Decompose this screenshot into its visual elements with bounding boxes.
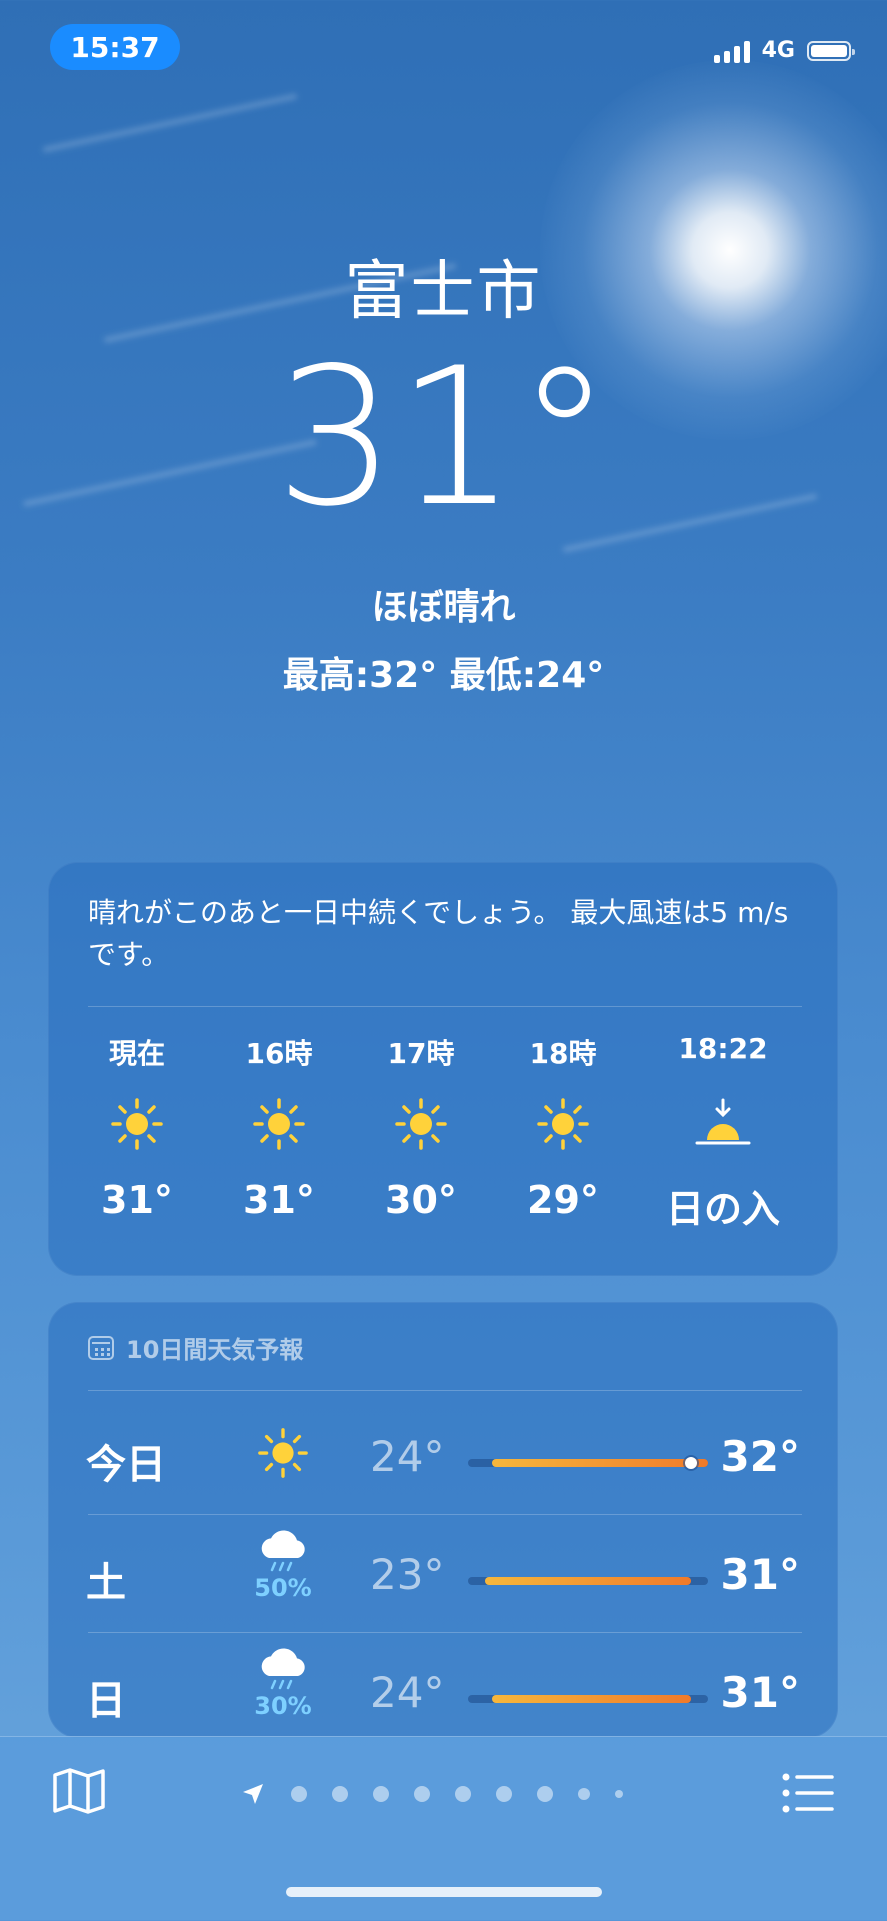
day-high: 32° [720,1432,800,1481]
home-indicator[interactable] [286,1887,602,1897]
cloud-streak [42,93,298,153]
page-dot [496,1786,512,1802]
high-low: 最高:32° 最低:24° [282,655,605,696]
hour-item: 18時 29° [498,1032,628,1222]
battery-icon [807,40,855,61]
page-dot [291,1786,307,1802]
hour-temp: 30° [385,1178,457,1222]
precip-chance: 50% [254,1574,312,1602]
current-temp-marker [685,1457,698,1469]
sun-icon [356,1094,486,1154]
hour-item: 16時 31° [214,1032,344,1222]
page-dot [578,1788,590,1800]
page-dot [414,1786,430,1802]
hour-temp: 31° [101,1178,173,1222]
location-arrow-icon [243,1784,263,1804]
status-time[interactable]: 15:37 [50,24,180,70]
sun-icon [72,1094,202,1154]
network-type: 4G [761,38,795,63]
temp-range-bar [468,1695,708,1703]
sunset-icon [658,1094,788,1154]
sun-icon [214,1094,344,1154]
calendar-icon [88,1335,114,1360]
day-low: 24° [370,1432,445,1481]
current-temperature: 31° [275,327,612,548]
temp-range-bar [468,1457,708,1469]
hour-time: 16時 [245,1037,313,1070]
daily-forecast-card[interactable]: 10日間天気予報 今日 24° 32° 土 50% 23° 31° 日 30% … [48,1302,838,1738]
hour-time: 18時 [529,1037,597,1070]
cellular-signal-icon [713,39,750,63]
temp-range-fill [484,1577,692,1585]
forecast-summary: 晴れがこのあと一日中続くでしょう。 最大風速は5 m/s です。 [88,896,789,971]
page-indicator[interactable] [240,1781,623,1807]
day-low: 24° [370,1668,445,1717]
hour-time: 18:22 [678,1032,768,1065]
city-name: 富士市 [344,255,543,329]
day-name: 土 [86,1560,126,1606]
list-icon[interactable] [781,1771,835,1819]
hour-temp: 日の入 [665,1187,780,1231]
page-dot [332,1786,348,1802]
cloud-rain-icon: 50% [238,1528,328,1602]
page-dot [455,1786,471,1802]
hour-item: 17時 30° [356,1032,486,1222]
hour-temp: 31° [243,1178,315,1222]
hour-item: 現在 31° [72,1032,202,1222]
hour-time: 現在 [108,1037,165,1070]
precip-chance: 30% [254,1692,312,1720]
day-high: 31° [720,1668,800,1717]
cloud-rain-icon: 30% [238,1646,328,1720]
day-high: 31° [720,1550,800,1599]
day-name: 今日 [86,1442,166,1488]
day-row[interactable]: 今日 24° 32° [48,1396,838,1514]
page-dot [373,1786,389,1802]
divider [88,1006,802,1007]
hour-time: 17時 [387,1037,455,1070]
map-icon[interactable] [52,1767,106,1819]
day-name: 日 [86,1678,126,1724]
day-low: 23° [370,1550,445,1599]
divider [88,1390,802,1391]
temp-range-bar [468,1577,708,1585]
day-row[interactable]: 日 30% 24° 31° [48,1632,838,1738]
hour-temp: 29° [527,1178,599,1222]
temp-range-fill [492,1695,692,1703]
day-row[interactable]: 土 50% 23° 31° [48,1514,838,1632]
sun-icon [238,1426,328,1484]
current-condition: ほぼ晴れ [371,587,516,628]
daily-forecast-title: 10日間天気予報 [126,1336,304,1364]
page-dot [537,1786,553,1802]
status-indicators: 4G [713,38,855,63]
bottom-toolbar [0,1736,887,1921]
hour-item: 18:22 日の入 [658,1032,788,1233]
page-dot [615,1790,623,1798]
status-time-label: 15:37 [70,30,160,64]
hourly-forecast-card[interactable]: 晴れがこのあと一日中続くでしょう。 最大風速は5 m/s です。 現在 31° … [48,862,838,1276]
daily-forecast-header: 10日間天気予報 [88,1330,303,1365]
sun-icon [498,1094,628,1154]
temp-range-fill [492,1459,708,1467]
